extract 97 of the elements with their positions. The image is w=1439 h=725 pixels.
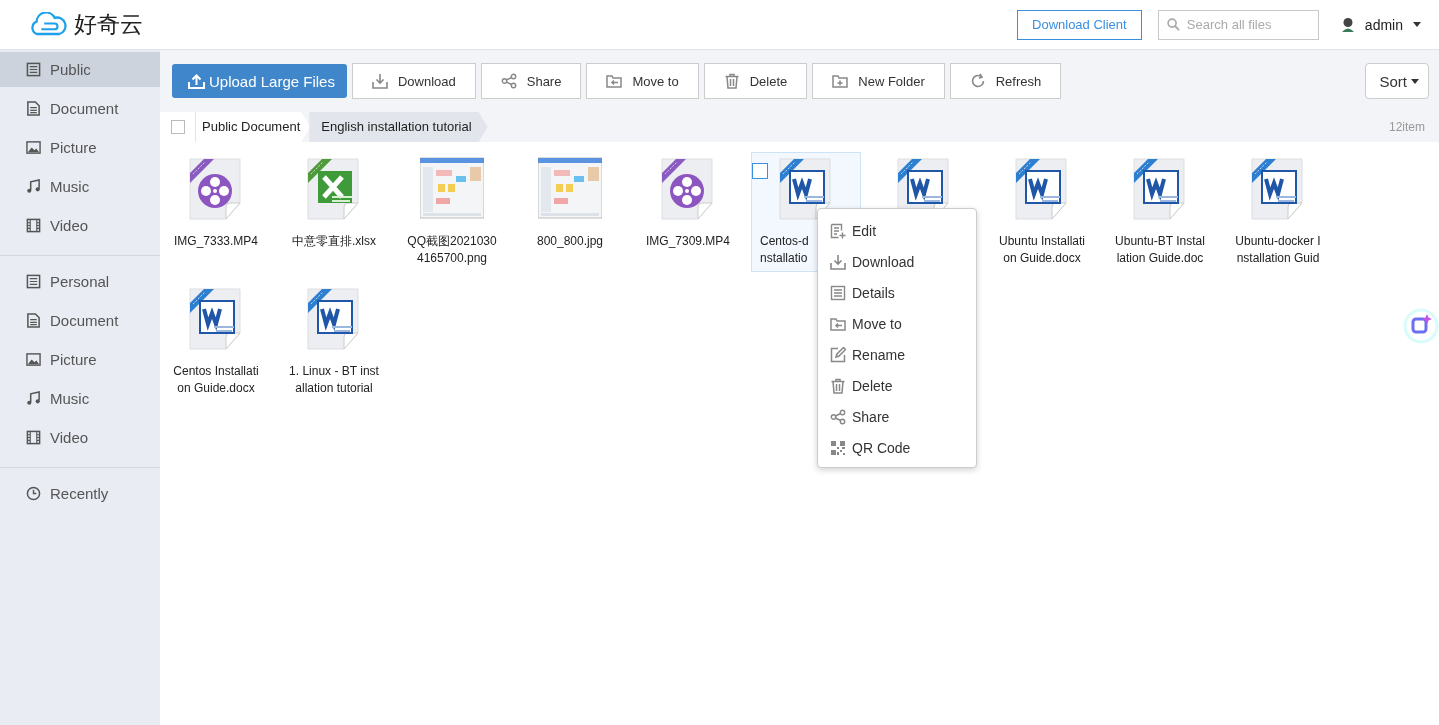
share-icon [830, 408, 846, 425]
file-item[interactable]: Ubuntu-BT Instal lation Guide.doc [1105, 152, 1215, 272]
menu-item[interactable]: Share [818, 401, 976, 432]
file-name: Ubuntu Installati on Guide.docx [998, 233, 1086, 267]
breadcrumb-item[interactable]: English installation tutorial [309, 112, 488, 142]
list-icon [830, 284, 846, 301]
film-icon [26, 430, 41, 445]
delete-icon [830, 377, 846, 394]
file-name: 800_800.jpg [536, 233, 604, 250]
sidebar-item[interactable]: Document [0, 91, 160, 126]
sort-button[interactable]: Sort [1365, 63, 1429, 99]
search-icon [1166, 17, 1180, 31]
sidebar-item[interactable]: Video [0, 420, 160, 455]
sidebar-label: Recently [50, 485, 109, 502]
file-name: IMG_7333.MP4 [173, 233, 258, 250]
upload-icon [188, 73, 205, 89]
sidebar-item[interactable]: Document [0, 303, 160, 338]
file-name: Ubuntu-docker I nstallation Guid [1235, 233, 1321, 267]
menu-item[interactable]: Delete [818, 370, 976, 401]
sidebar-label: Video [50, 429, 89, 446]
select-all-checkbox[interactable] [170, 120, 185, 134]
sidebar-item[interactable]: Music [0, 381, 160, 416]
file-item[interactable]: QQ截图2021030 4165700.png [397, 152, 507, 272]
move-icon [830, 315, 846, 332]
menu-item[interactable]: Move to [818, 308, 976, 339]
sidebar-item[interactable]: Recently [0, 476, 160, 511]
file-name: Centos-d nstallatio [760, 233, 809, 267]
search-field[interactable]: Search all files [1157, 9, 1319, 40]
move-icon [606, 73, 623, 89]
file-item[interactable]: 中意零直排.xlsx [279, 152, 389, 272]
file-item[interactable]: IMG_7333.MP4 [161, 152, 271, 272]
document-icon [26, 101, 41, 116]
file-name: 1. Linux - BT inst allation tutorial [289, 363, 379, 397]
file-item[interactable]: Ubuntu-docker I nstallation Guid [1223, 152, 1333, 272]
edit-icon [830, 222, 846, 239]
sidebar-label: Video [50, 217, 89, 234]
sidebar-item[interactable]: Video [0, 208, 160, 243]
sidebar-item[interactable]: Picture [0, 342, 160, 377]
picture-icon [26, 352, 41, 367]
sidebar-label: Music [50, 178, 90, 195]
caret-icon [1413, 22, 1421, 27]
cloud-logo-icon [29, 12, 67, 37]
toolbar-button[interactable]: Move to [586, 63, 699, 99]
document-icon [26, 313, 41, 328]
delete-icon [723, 73, 740, 89]
logo-text: 好奇云 [74, 10, 143, 39]
file-item[interactable]: 800_800.jpg [515, 152, 625, 272]
clock-icon [26, 486, 41, 501]
item-count: 12item [1388, 120, 1426, 134]
share-icon [500, 73, 517, 89]
file-name: Ubuntu-BT Instal lation Guide.doc [1115, 233, 1205, 267]
music-note-icon [26, 391, 41, 406]
refresh-icon [969, 73, 986, 89]
toolbar-button[interactable]: Share [480, 63, 582, 99]
toolbar-button[interactable]: New Folder [812, 63, 945, 99]
sidebar-label: Document [50, 100, 119, 117]
film-icon [26, 218, 41, 233]
sidebar-label: Personal [50, 273, 110, 290]
music-note-icon [26, 179, 41, 194]
file-name: QQ截图2021030 4165700.png [407, 233, 497, 267]
sidebar-label: Music [50, 390, 90, 407]
qr-icon [830, 439, 846, 456]
file-item[interactable]: 1. Linux - BT inst allation tutorial [279, 282, 389, 402]
sidebar-item[interactable]: Picture [0, 130, 160, 165]
upload-button[interactable]: Upload Large Files [172, 64, 347, 98]
menu-item[interactable]: Details [818, 277, 976, 308]
breadcrumb-item[interactable]: Public Document [196, 112, 311, 142]
sidebar-item[interactable]: Personal [0, 264, 160, 299]
picture-icon [26, 140, 41, 155]
sidebar-label: Document [50, 312, 119, 329]
sidebar-label: Picture [50, 139, 97, 156]
download-client-button[interactable]: Download Client [1016, 9, 1142, 40]
file-item[interactable]: Ubuntu Installati on Guide.docx [987, 152, 1097, 272]
sidebar-label: Public [50, 61, 91, 78]
sidebar-item[interactable]: Music [0, 169, 160, 204]
file-item[interactable]: IMG_7309.MP4 [633, 152, 743, 272]
caret-icon [1411, 78, 1419, 84]
rename-icon [830, 346, 846, 363]
toolbar-button[interactable]: Delete [703, 63, 808, 99]
download-icon [371, 73, 388, 89]
list-icon [26, 62, 41, 77]
toolbar-button[interactable]: Download [351, 63, 476, 99]
list-icon [26, 274, 41, 289]
file-name: Centos Installati on Guide.docx [173, 363, 259, 397]
file-item[interactable]: Centos Installati on Guide.docx [161, 282, 271, 402]
folder-icon [832, 73, 849, 89]
download-icon [830, 253, 846, 270]
menu-item[interactable]: Rename [818, 339, 976, 370]
file-name: 中意零直排.xlsx [292, 233, 376, 250]
sidebar-item[interactable]: Public [0, 52, 160, 87]
toolbar-button[interactable]: Refresh [949, 63, 1062, 99]
user-avatar-icon [1340, 17, 1355, 32]
file-name: IMG_7309.MP4 [645, 233, 730, 250]
sidebar-label: Picture [50, 351, 97, 368]
menu-item[interactable]: QR Code [818, 432, 976, 463]
user-menu[interactable]: admin [1340, 16, 1421, 33]
file-checkbox[interactable] [752, 163, 768, 179]
